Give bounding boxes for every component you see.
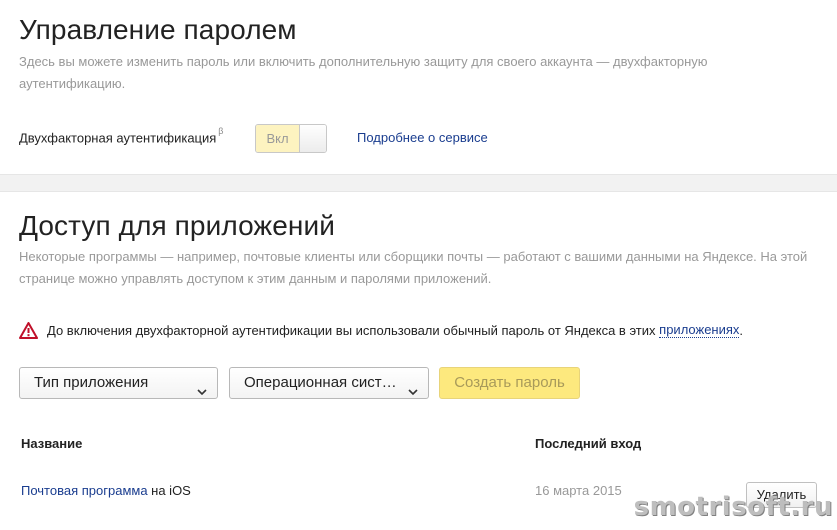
app-type-select-value: Тип приложения <box>34 374 149 391</box>
chevron-down-icon <box>408 378 418 396</box>
two-factor-label-text: Двухфакторная аутентификация <box>19 130 217 146</box>
password-section-title: Управление паролем <box>19 14 297 45</box>
toggle-on-label: Вкл <box>256 125 300 152</box>
apps-section-description: Некоторые программы — например, почтовые… <box>19 249 808 286</box>
watermark: smotrisoft.ru <box>633 492 833 522</box>
chevron-down-icon <box>197 378 207 396</box>
create-password-button[interactable]: Создать пароль <box>439 367 580 399</box>
app-name-link[interactable]: Почтовая программа <box>21 483 148 498</box>
app-name-suffix: на iOS <box>147 483 191 498</box>
beta-mark: β <box>218 126 224 136</box>
column-header-last-login: Последний вход <box>535 436 642 451</box>
toggle-knob[interactable] <box>300 125 326 152</box>
os-select-value: Операционная сист… <box>244 374 397 391</box>
table-row-last-login: 16 марта 2015 <box>535 483 622 498</box>
more-about-service-link[interactable]: Подробнее о сервисе <box>357 130 488 145</box>
os-select[interactable]: Операционная сист… <box>229 367 429 399</box>
applications-link[interactable]: приложениях <box>659 322 740 338</box>
section-divider <box>0 174 837 192</box>
two-factor-toggle[interactable]: Вкл <box>255 124 327 153</box>
warning-message: До включения двухфакторной аутентификаци… <box>19 320 743 340</box>
two-factor-label: Двухфакторная аутентификация β <box>19 126 224 146</box>
column-header-name: Название <box>21 436 83 451</box>
table-row-name: Почтовая программа на iOS <box>21 483 191 498</box>
app-type-select[interactable]: Тип приложения <box>19 367 218 399</box>
warning-end: . <box>739 322 744 338</box>
password-section-description: Здесь вы можете изменить пароль или вклю… <box>19 54 708 91</box>
apps-section-title: Доступ для приложений <box>19 210 335 241</box>
warning-text: До включения двухфакторной аутентификаци… <box>47 322 656 338</box>
warning-icon <box>19 321 38 339</box>
